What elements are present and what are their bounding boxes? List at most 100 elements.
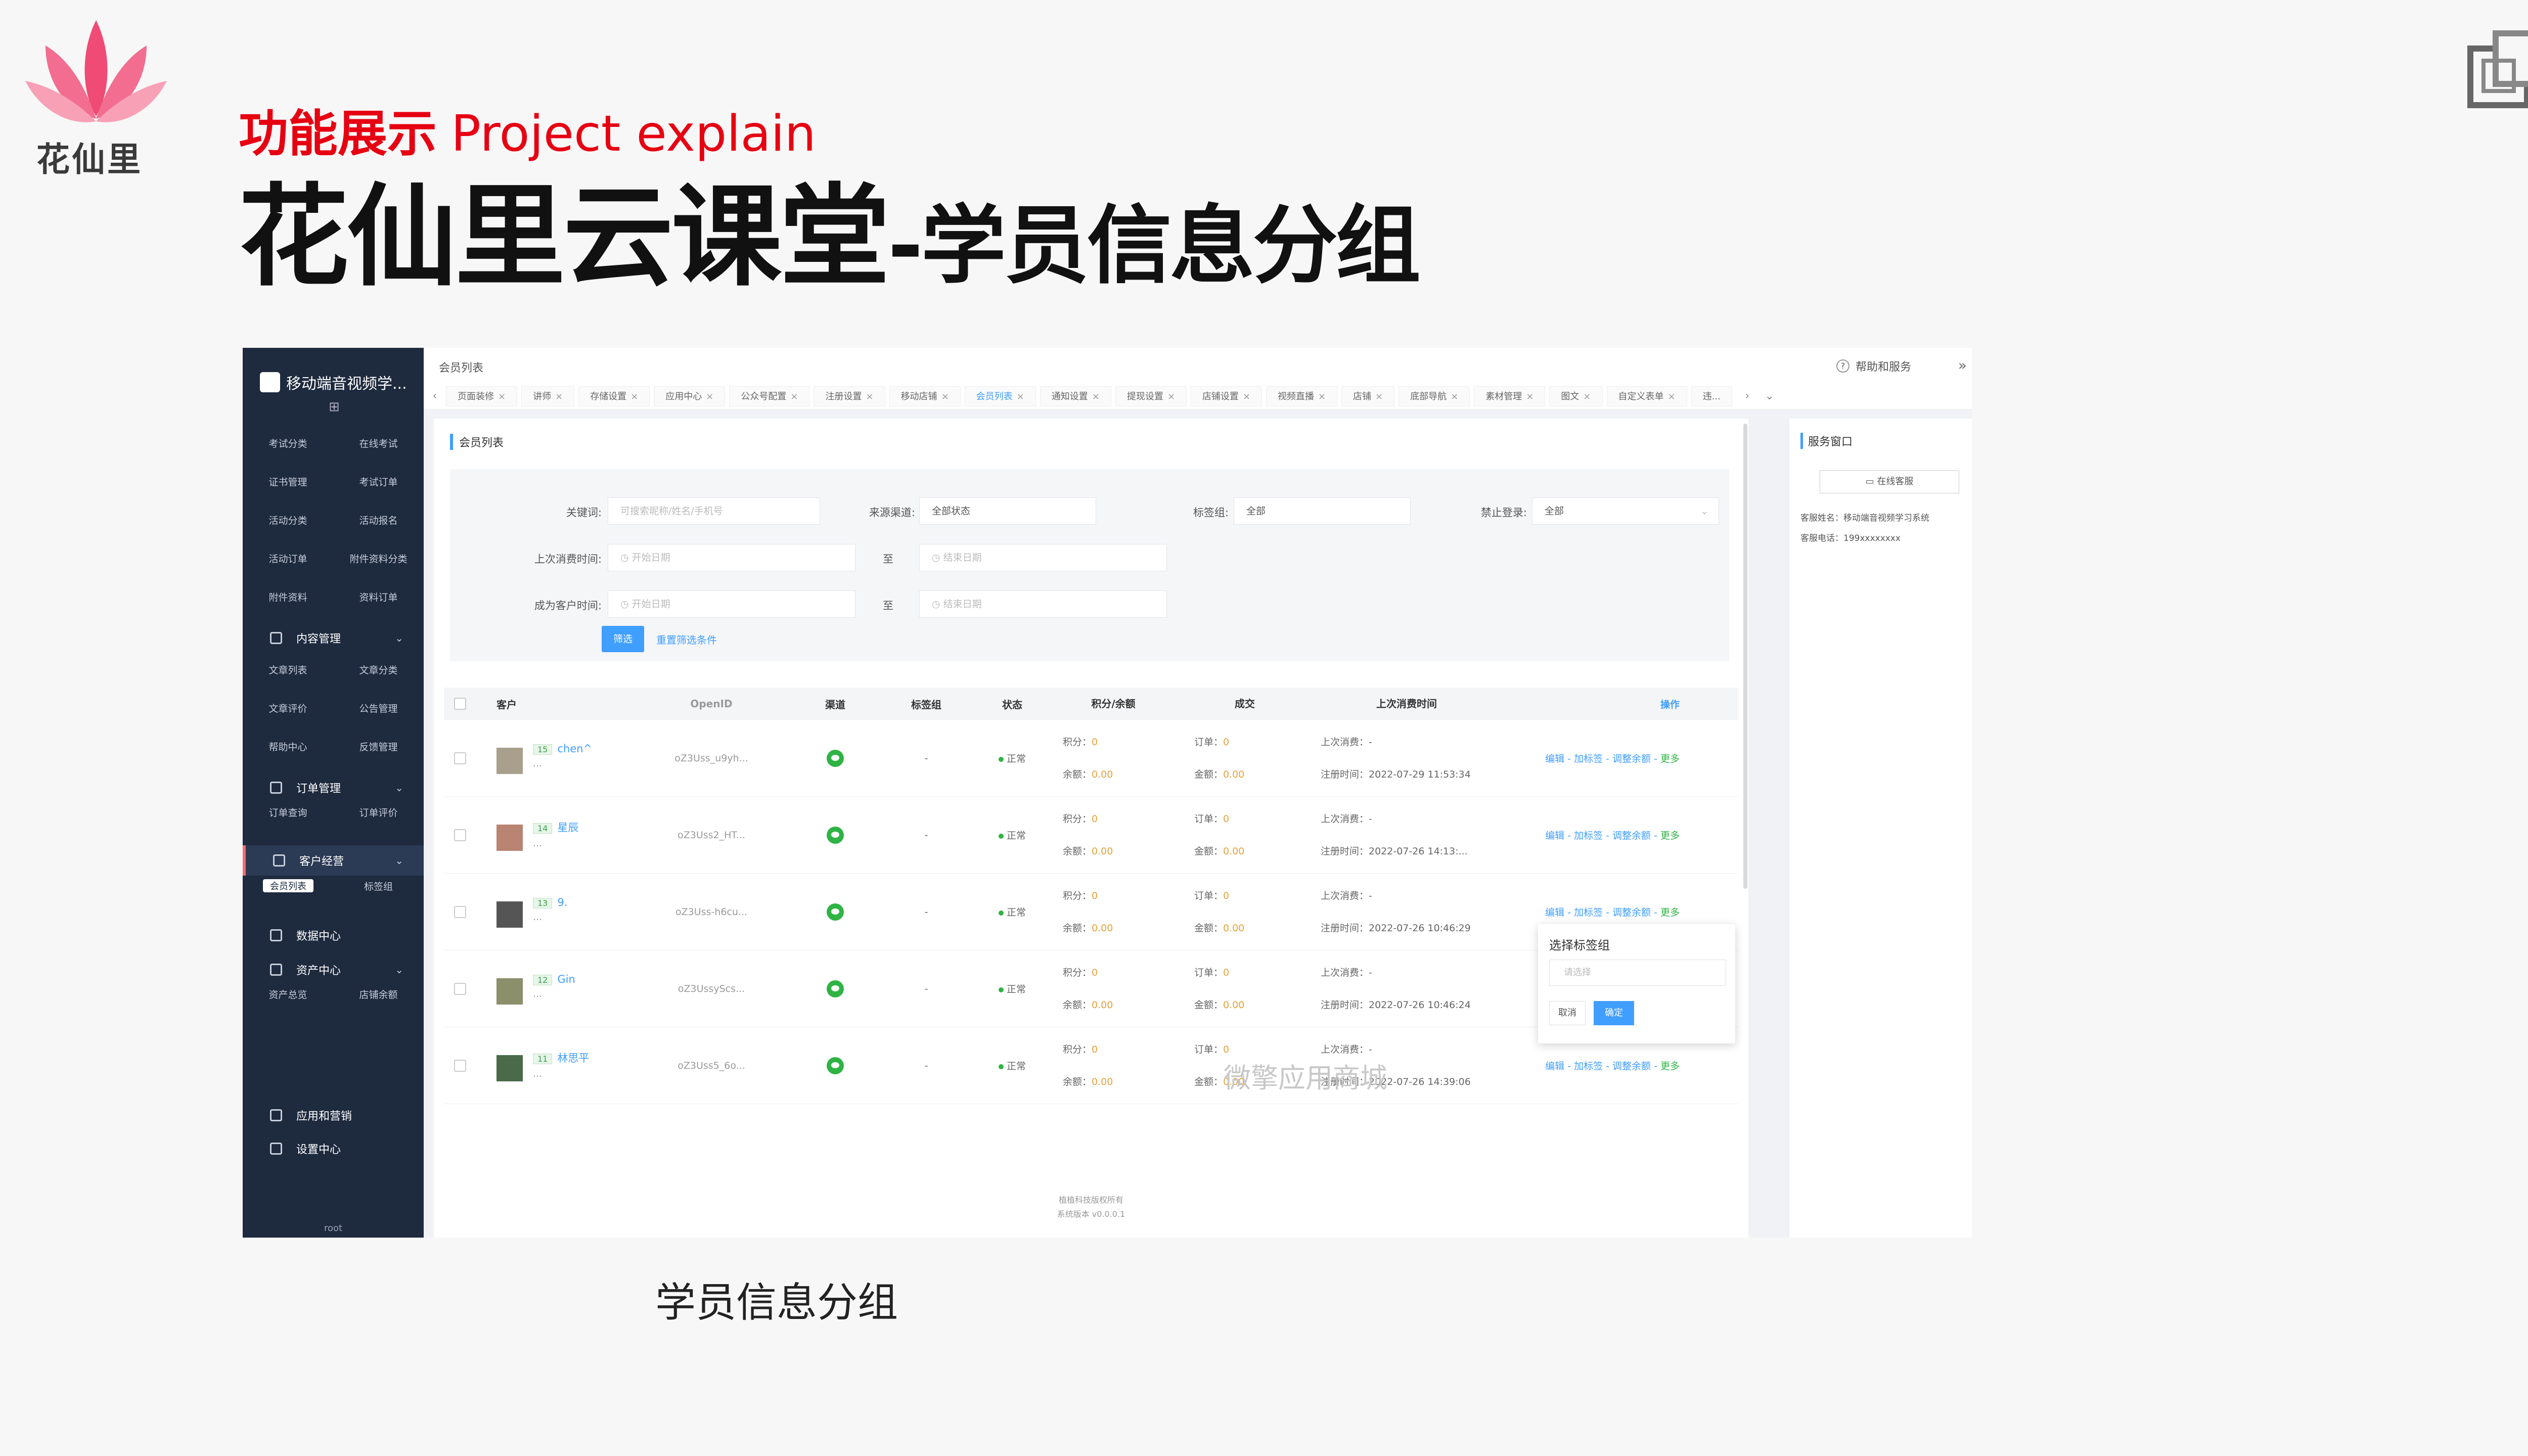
row-checkbox[interactable] — [444, 752, 476, 764]
customer-name[interactable]: Gin — [557, 973, 575, 985]
tab[interactable]: 图文 × — [1549, 386, 1603, 406]
row-checkbox[interactable] — [444, 829, 476, 841]
sidebar-item[interactable]: 帮助中心 — [243, 740, 333, 753]
more-link[interactable]: 更多 — [1660, 753, 1680, 764]
tab[interactable]: 提现设置 × — [1115, 386, 1187, 406]
close-icon[interactable]: × — [1583, 391, 1591, 402]
tab[interactable]: 存储设置 × — [578, 386, 650, 406]
tab-scroll-right-icon[interactable]: › — [1736, 390, 1758, 402]
sidebar-item-member-list[interactable]: 会员列表 — [263, 879, 313, 892]
row-actions[interactable]: 编辑 - 加标签 - 调整余额 - 更多 — [1503, 828, 1705, 842]
close-icon[interactable]: × — [1451, 391, 1458, 402]
sidebar-item[interactable]: 订单查询 — [243, 805, 333, 819]
sidebar-item[interactable]: 订单评价 — [333, 805, 424, 819]
tab[interactable]: 素材管理 × — [1474, 386, 1546, 406]
row-actions[interactable]: 编辑 - 加标签 - 调整余额 - 更多 — [1503, 1059, 1705, 1072]
sidebar-group-settings[interactable]: 设置中心 — [243, 1133, 424, 1164]
sidebar-item[interactable]: 资料订单 — [333, 590, 424, 604]
tab[interactable]: 通知设置 × — [1040, 386, 1111, 406]
close-icon[interactable]: × — [1526, 391, 1533, 402]
action-links[interactable]: 编辑 - 加标签 - 调整余额 - — [1545, 830, 1660, 841]
vertical-scrollbar[interactable] — [1743, 424, 1747, 889]
customer-name[interactable]: chen^ — [557, 743, 592, 755]
sidebar-item[interactable]: 文章列表 — [243, 663, 333, 676]
tab[interactable]: 讲师 × — [521, 386, 575, 406]
close-icon[interactable]: × — [630, 391, 638, 402]
sidebar-item[interactable]: 附件资料分类 — [333, 552, 424, 565]
tab[interactable]: 页面装修 × — [446, 386, 518, 406]
tab[interactable]: 底部导航 × — [1398, 386, 1470, 406]
chevron-down-icon[interactable]: ⌄ — [1758, 390, 1781, 402]
sidebar-group-data[interactable]: 数据中心 — [243, 920, 424, 950]
action-links[interactable]: 编辑 - 加标签 - 调整余额 - — [1545, 753, 1660, 764]
sidebar-brand[interactable]: 移动端音视频学... — [260, 367, 422, 397]
row-actions[interactable]: 编辑 - 加标签 - 调整余额 - 更多 — [1503, 751, 1705, 765]
close-icon[interactable]: × — [1375, 391, 1383, 402]
sidebar-item[interactable]: 反馈管理 — [333, 740, 424, 753]
sidebar-item[interactable]: 文章评价 — [243, 701, 333, 715]
tab[interactable]: 店铺设置 × — [1190, 386, 1262, 406]
more-link[interactable]: 更多 — [1660, 830, 1680, 841]
sidebar-item[interactable]: 附件资料 — [243, 590, 333, 604]
sidebar-item[interactable]: 文章分类 — [333, 663, 424, 676]
close-icon[interactable]: × — [790, 391, 798, 402]
sidebar-item[interactable]: 活动订单 — [243, 552, 333, 565]
become-customer-start[interactable]: ◷ 开始日期 — [608, 590, 855, 618]
tab[interactable]: 违... — [1691, 386, 1732, 406]
close-icon[interactable]: × — [1017, 391, 1024, 402]
help-link[interactable]: ? 帮助和服务 — [1836, 358, 1911, 374]
ban-login-select[interactable]: 全部 ⌄ — [1532, 497, 1719, 525]
close-icon[interactable]: × — [1318, 391, 1326, 402]
confirm-button[interactable]: 确定 — [1594, 1001, 1634, 1025]
close-icon[interactable]: × — [866, 391, 873, 402]
sidebar-group-apps[interactable]: 应用和营销 — [243, 1100, 424, 1130]
action-links[interactable]: 编辑 - 加标签 - 调整余额 - — [1545, 907, 1660, 918]
sidebar-item[interactable]: 证书管理 — [243, 475, 333, 488]
customer-name[interactable]: 9. — [557, 896, 567, 908]
filter-button[interactable]: 筛选 — [602, 626, 644, 652]
tab[interactable]: 注册设置 × — [814, 386, 885, 406]
last-consume-end[interactable]: ◷ 结束日期 — [919, 544, 1167, 571]
close-icon[interactable]: × — [1243, 391, 1250, 402]
sidebar-item[interactable]: 在线考试 — [333, 436, 424, 450]
close-icon[interactable]: × — [1167, 391, 1175, 402]
close-icon[interactable]: × — [941, 391, 949, 402]
tab-scroll-left-icon[interactable]: ‹ — [424, 390, 446, 402]
sidebar-item[interactable]: 考试订单 — [333, 475, 424, 488]
close-icon[interactable]: × — [498, 391, 506, 402]
row-checkbox[interactable] — [444, 905, 476, 918]
sidebar-item[interactable]: 活动报名 — [333, 513, 424, 527]
more-link[interactable]: 更多 — [1660, 907, 1680, 918]
select-all-checkbox[interactable] — [444, 698, 476, 710]
last-consume-start[interactable]: ◷ 开始日期 — [608, 544, 855, 571]
close-icon[interactable]: × — [1092, 391, 1100, 402]
more-link[interactable]: 更多 — [1660, 1061, 1680, 1072]
sidebar-item[interactable]: 标签组 — [333, 879, 424, 893]
tab[interactable]: 店铺 × — [1341, 386, 1395, 406]
tab[interactable]: 自定义表单 × — [1606, 386, 1687, 406]
sidebar-item[interactable]: 店铺余额 — [333, 987, 424, 1001]
reset-filter-link[interactable]: 重置筛选条件 — [656, 632, 717, 647]
source-select[interactable]: 全部状态 — [919, 497, 1096, 525]
tab[interactable]: 应用中心 × — [654, 386, 726, 406]
collapse-menu-icon[interactable]: ⊞ — [329, 399, 340, 415]
keyword-input[interactable]: 可搜索昵称/姓名/手机号 — [608, 497, 820, 525]
sidebar-item[interactable]: 资产总览 — [243, 987, 333, 1001]
sidebar-group-content[interactable]: 内容管理 ⌄ — [243, 623, 424, 653]
tab[interactable]: 移动店铺 × — [889, 386, 961, 406]
row-checkbox[interactable] — [444, 982, 476, 995]
tag-select[interactable]: 全部 — [1234, 497, 1411, 525]
sidebar-item[interactable]: 公告管理 — [333, 701, 424, 715]
sidebar-item[interactable]: 活动分类 — [243, 513, 333, 527]
sidebar-item[interactable]: 考试分类 — [243, 436, 333, 450]
cancel-button[interactable]: 取消 — [1549, 1001, 1586, 1025]
online-service-button[interactable]: ▭ 在线客服 — [1820, 470, 1959, 493]
tab-member-list[interactable]: 会员列表 × — [964, 386, 1036, 406]
close-icon[interactable]: × — [706, 391, 713, 402]
row-checkbox[interactable] — [444, 1059, 476, 1072]
chevron-right-icon[interactable]: » — [1958, 357, 1967, 374]
tab[interactable]: 公众号配置 × — [729, 386, 810, 406]
become-customer-end[interactable]: ◷ 结束日期 — [919, 590, 1167, 618]
tab[interactable]: 视频直播 × — [1266, 386, 1338, 406]
tag-group-select[interactable]: 请选择 — [1549, 960, 1726, 986]
